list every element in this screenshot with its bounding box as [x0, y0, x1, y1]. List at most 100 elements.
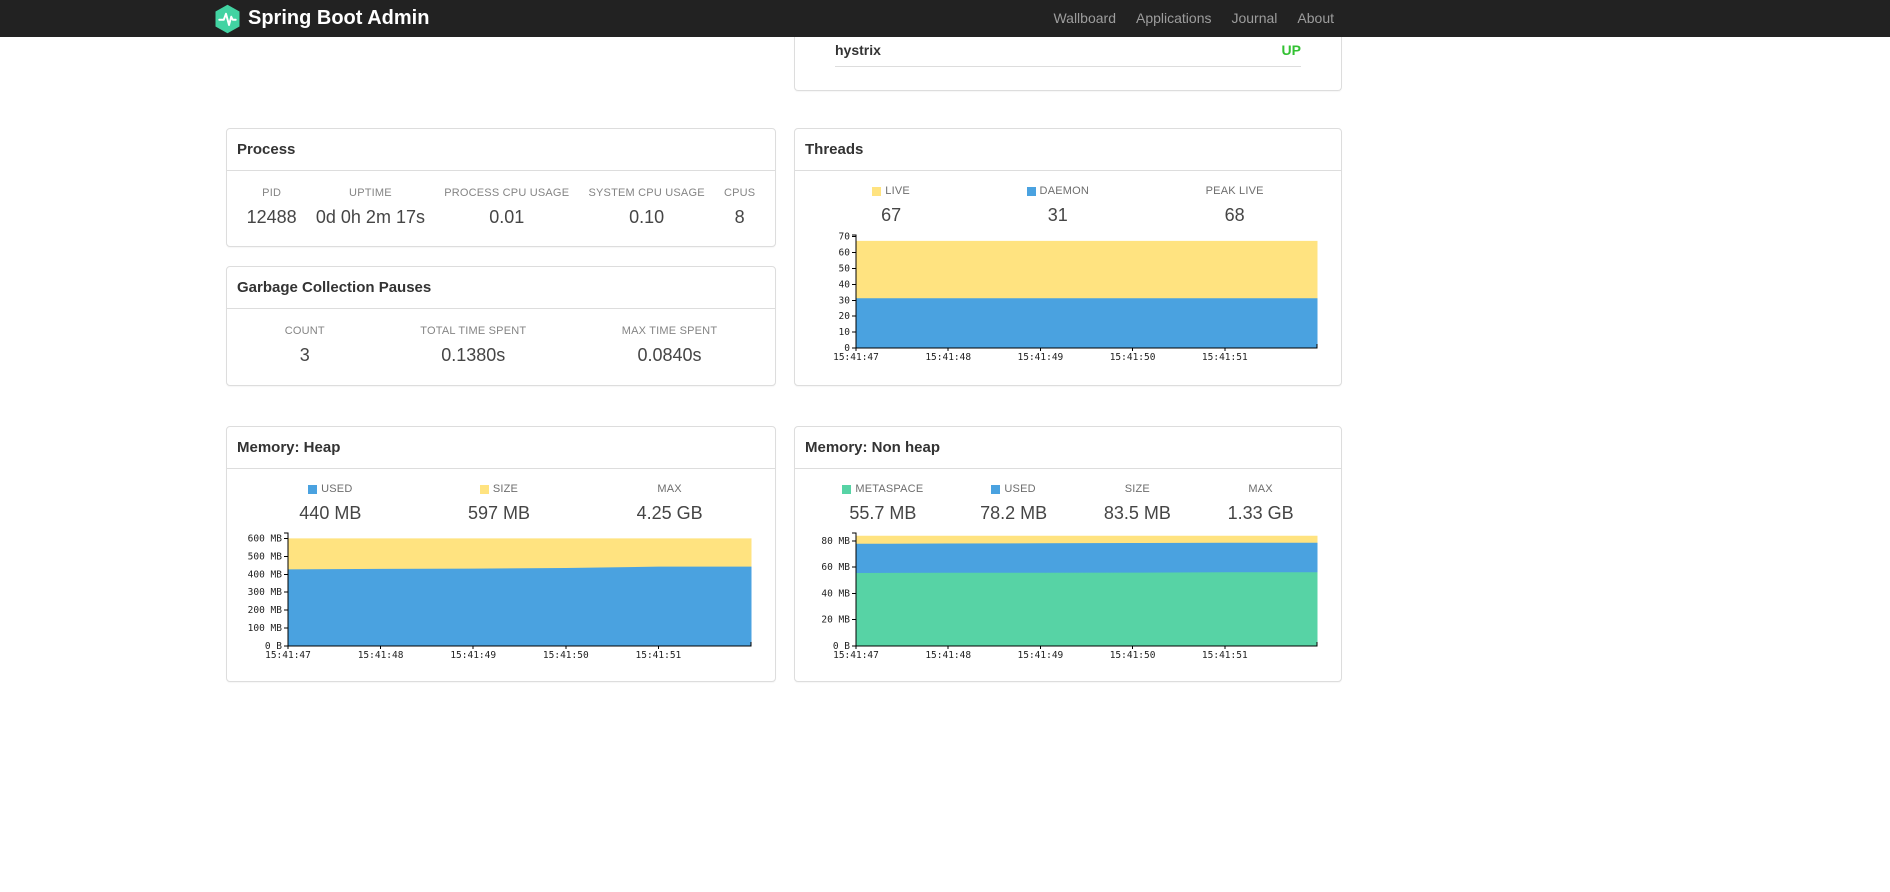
legend-value: 597 MB [467, 503, 530, 523]
navbar-container: Spring Boot Admin Wallboard Applications… [214, 0, 1354, 37]
svg-text:15:41:48: 15:41:48 [358, 650, 404, 660]
legend-item-live: LIVE 67 [872, 185, 910, 226]
stat-gc-count: COUNT 3 [285, 325, 325, 366]
health-row-hystrix: hystrix UP [835, 37, 1301, 67]
nav-item-wallboard[interactable]: Wallboard [1043, 0, 1126, 37]
threads-panel: Threads LIVE 67 DAEMON 31 PEAK LIVE 68 0… [794, 128, 1342, 386]
stat-process-cpu-usage: PROCESS CPU USAGE 0.01 [444, 187, 569, 228]
svg-text:60 MB: 60 MB [821, 562, 850, 573]
svg-text:500 MB: 500 MB [248, 551, 283, 562]
legend-label: DAEMON [1026, 185, 1090, 197]
legend-item-max: MAX 1.33 GB [1228, 483, 1294, 524]
svg-text:15:41:51: 15:41:51 [1202, 352, 1248, 362]
legend-label: MAX [1248, 483, 1272, 495]
process-panel-title: Process [227, 129, 775, 171]
brand-link[interactable]: Spring Boot Admin [214, 4, 429, 34]
memory-heap-panel-title: Memory: Heap [227, 427, 775, 469]
svg-text:15:41:50: 15:41:50 [543, 650, 589, 660]
legend-value: 67 [881, 205, 902, 225]
stat-label: PROCESS CPU USAGE [444, 187, 570, 199]
svg-text:30: 30 [839, 295, 851, 306]
legend-swatch-blue [991, 484, 1001, 494]
legend-label: PEAK LIVE [1206, 185, 1264, 197]
stat-pid: PID 12488 [247, 187, 297, 228]
stat-gc-total-time: TOTAL TIME SPENT 0.1380s [420, 325, 526, 366]
nav-item-applications[interactable]: Applications [1126, 0, 1222, 37]
legend-value: 68 [1224, 205, 1245, 225]
navbar: Spring Boot Admin Wallboard Applications… [0, 0, 1890, 37]
process-stats-row: PID 12488 UPTIME 0d 0h 2m 17s PROCESS CP… [237, 185, 765, 228]
memory-heap-legend: USED 440 MB SIZE 597 MB MAX 4.25 GB [246, 483, 756, 524]
threads-panel-body: LIVE 67 DAEMON 31 PEAK LIVE 68 0 10 20 3… [795, 171, 1341, 370]
svg-text:300 MB: 300 MB [248, 587, 283, 598]
svg-text:15:41:50: 15:41:50 [1110, 650, 1156, 660]
legend-label-text: SIZE [1124, 483, 1150, 495]
threads-legend: LIVE 67 DAEMON 31 PEAK LIVE 68 [814, 185, 1322, 226]
legend-label-text: PEAK LIVE [1205, 185, 1264, 197]
svg-text:80 MB: 80 MB [821, 536, 850, 547]
stat-value: 0.10 [629, 207, 665, 227]
health-service-name: hystrix [835, 42, 881, 58]
stat-label: UPTIME [349, 187, 392, 199]
threads-chart-wrap: LIVE 67 DAEMON 31 PEAK LIVE 68 0 10 20 3… [814, 185, 1322, 362]
legend-value: 78.2 MB [980, 503, 1048, 523]
svg-text:70: 70 [839, 232, 851, 243]
left-column: Process PID 12488 UPTIME 0d 0h 2m 17s PR… [226, 37, 776, 682]
svg-text:60: 60 [839, 248, 851, 259]
legend-label-text: LIVE [885, 185, 910, 197]
memory-nonheap-chart-wrap: METASPACE 55.7 MB USED 78.2 MB SIZE 83.5… [814, 483, 1322, 660]
svg-text:15:41:50: 15:41:50 [1110, 352, 1156, 362]
stat-label: COUNT [284, 325, 325, 337]
memory-heap-chart: 0 B100 MB200 MB300 MB400 MB500 MB600 MB1… [248, 532, 752, 660]
memory-heap-panel: Memory: Heap USED 440 MB SIZE 597 MB MAX… [226, 426, 776, 682]
stat-value: 0.1380s [441, 345, 506, 365]
navbar-viewport: Spring Boot Admin Wallboard Applications… [0, 0, 1568, 37]
legend-value: 1.33 GB [1227, 503, 1294, 523]
legend-label-text: MAX [1248, 483, 1273, 495]
stat-gc-max-time: MAX TIME SPENT 0.0840s [622, 325, 718, 366]
legend-label: MAX [657, 483, 681, 495]
legend-item-size: SIZE 83.5 MB [1104, 483, 1171, 524]
svg-text:15:41:48: 15:41:48 [925, 352, 971, 362]
legend-label-text: USED [321, 483, 353, 495]
legend-swatch-yellow [872, 186, 882, 196]
legend-label-text: USED [1004, 483, 1036, 495]
health-status-badge: UP [1281, 42, 1301, 58]
legend-label: USED [308, 483, 352, 495]
legend-item-daemon: DAEMON 31 [1026, 185, 1090, 226]
legend-value: 440 MB [299, 503, 362, 523]
right-column: hystrix UP Threads LIVE 67 DAEMON 31 PEA… [794, 37, 1342, 682]
svg-text:15:41:49: 15:41:49 [1018, 650, 1064, 660]
svg-text:400 MB: 400 MB [248, 569, 283, 580]
legend-item-used: USED 440 MB [299, 483, 361, 524]
memory-heap-chart-wrap: USED 440 MB SIZE 597 MB MAX 4.25 GB 0 B … [246, 483, 756, 660]
memory-nonheap-panel-title: Memory: Non heap [795, 427, 1341, 469]
svg-text:20 MB: 20 MB [821, 615, 850, 626]
process-panel: Process PID 12488 UPTIME 0d 0h 2m 17s PR… [226, 128, 776, 247]
svg-text:15:41:49: 15:41:49 [1018, 352, 1064, 362]
svg-text:40 MB: 40 MB [821, 588, 850, 599]
svg-text:200 MB: 200 MB [248, 605, 283, 616]
svg-text:15:41:47: 15:41:47 [833, 650, 879, 660]
svg-text:50: 50 [839, 263, 851, 274]
content-grid: Process PID 12488 UPTIME 0d 0h 2m 17s PR… [226, 37, 1342, 682]
nav-item-journal[interactable]: Journal [1221, 0, 1287, 37]
legend-item-peak-live: PEAK LIVE 68 [1206, 185, 1264, 226]
stat-value: 0.0840s [637, 345, 702, 365]
svg-text:15:41:47: 15:41:47 [833, 352, 879, 362]
svg-text:15:41:47: 15:41:47 [265, 650, 311, 660]
legend-label-text: DAEMON [1039, 185, 1090, 197]
nav-item-about[interactable]: About [1287, 0, 1344, 37]
stat-uptime: UPTIME 0d 0h 2m 17s [316, 187, 425, 228]
stat-label: SYSTEM CPU USAGE [588, 187, 705, 199]
health-panel-fragment: hystrix UP [794, 37, 1342, 91]
legend-label-text: METASPACE [855, 483, 924, 495]
legend-value: 4.25 GB [636, 503, 703, 523]
stat-label: PID [262, 187, 282, 199]
svg-text:40: 40 [839, 279, 851, 290]
legend-label: SIZE [1125, 483, 1150, 495]
legend-label: METASPACE [842, 483, 923, 495]
gc-panel-title: Garbage Collection Pauses [227, 267, 775, 309]
legend-swatch-green [842, 484, 852, 494]
page-viewport: Process PID 12488 UPTIME 0d 0h 2m 17s PR… [0, 37, 1568, 762]
